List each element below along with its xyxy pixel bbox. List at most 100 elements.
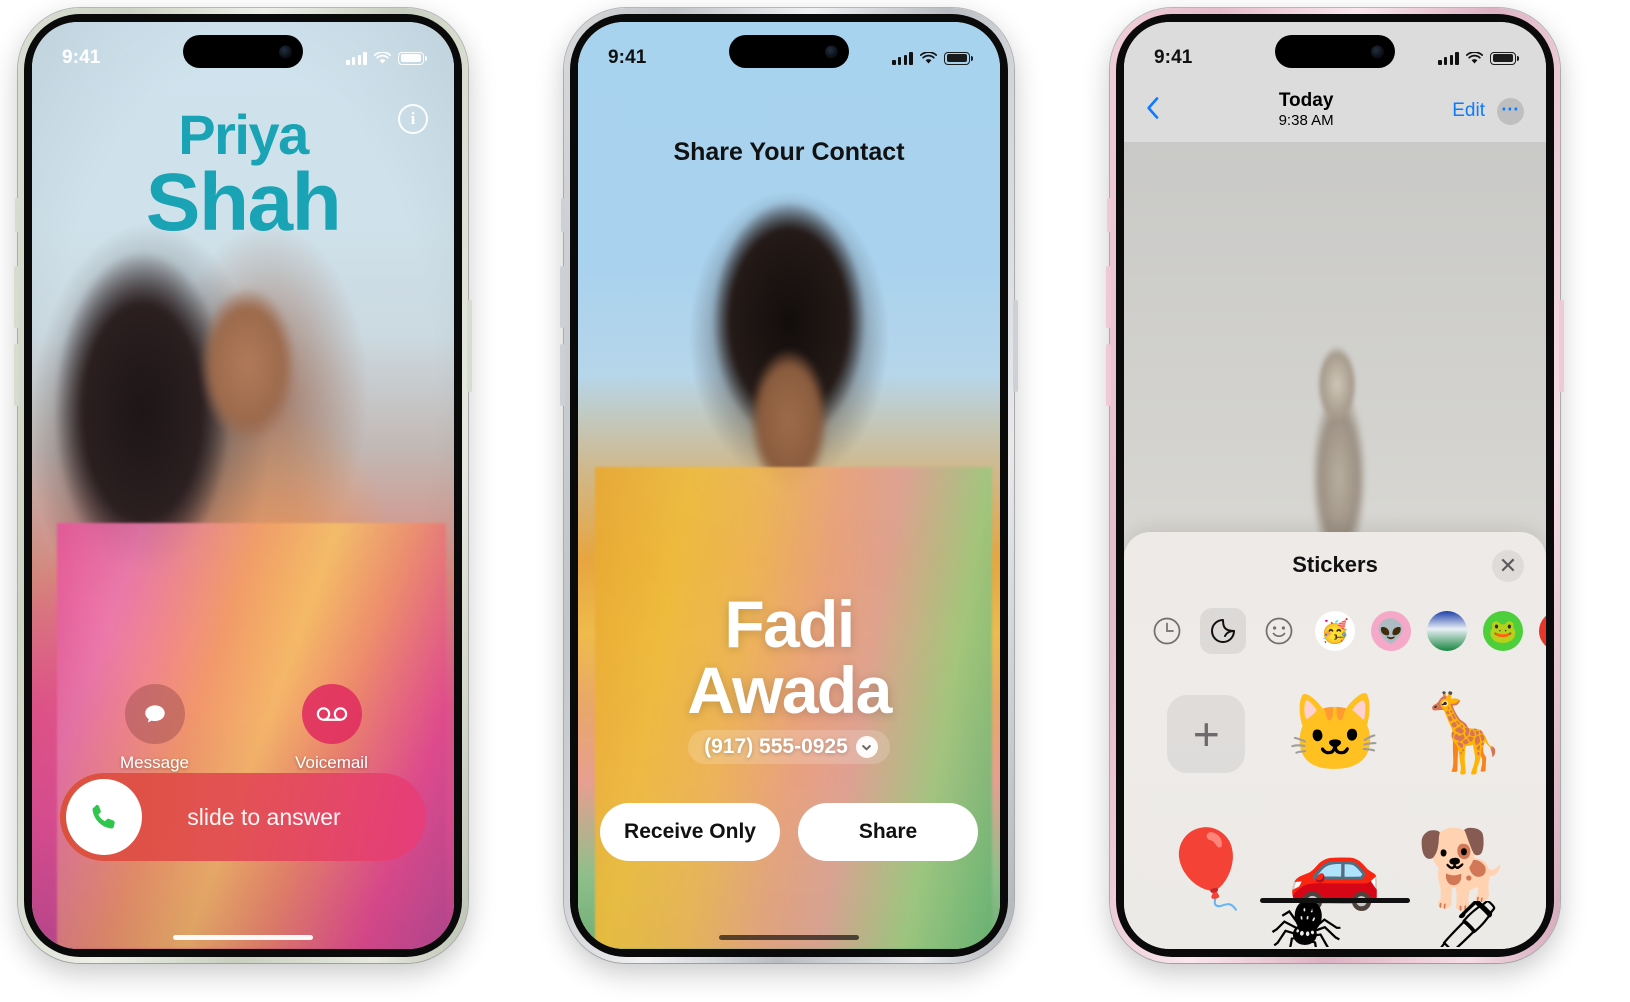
sticker-peek-row[interactable]: . 🕷 🖊 <box>1124 901 1546 947</box>
sticker-peel-icon[interactable] <box>1200 608 1246 654</box>
front-camera-icon <box>279 45 292 58</box>
message-bubble-icon <box>124 684 185 744</box>
power-button[interactable] <box>467 300 472 392</box>
plus-icon[interactable]: + <box>1167 695 1246 773</box>
giraffe-sticker-icon[interactable]: 🦒 <box>1399 668 1528 800</box>
photo-date-title: Today <box>1278 90 1334 112</box>
phone2-screen: 9:41 Share Your Contact Fadi Awada (917)… <box>578 22 1000 949</box>
volume-down-button[interactable] <box>14 344 19 406</box>
stickers-panel-header: Stickers ✕ <box>1124 532 1546 598</box>
battery-icon <box>1490 51 1519 65</box>
close-icon[interactable]: ✕ <box>1492 550 1524 582</box>
red-glyph <box>1539 611 1546 651</box>
contact-phone-number: (917) 555-0925 <box>704 735 848 758</box>
message-action[interactable]: Message <box>99 684 211 773</box>
status-indicators <box>892 50 973 65</box>
contact-phone-row[interactable]: (917) 555-0925 <box>578 730 1000 764</box>
edit-button[interactable]: Edit <box>1452 100 1485 122</box>
wifi-icon <box>919 50 938 65</box>
status-indicators <box>1438 50 1519 65</box>
phone-namedrop: 9:41 Share Your Contact Fadi Awada (917)… <box>560 8 1018 963</box>
wifi-icon <box>373 50 392 65</box>
pen-sticker-icon[interactable]: 🖊 <box>1429 901 1503 947</box>
dynamic-island <box>183 35 303 68</box>
phone1-screen: 9:41 i Priya Shah Message Voicemail slid… <box>32 22 454 949</box>
ellipsis-circle-icon[interactable]: ⋯ <box>1497 97 1524 125</box>
mute-switch[interactable] <box>1107 198 1111 232</box>
volume-down-button[interactable] <box>1106 344 1111 406</box>
volume-up-button[interactable] <box>14 266 19 328</box>
signal-bars-icon <box>1438 51 1459 65</box>
chevron-left-icon[interactable] <box>1146 96 1160 126</box>
page-title: Share Your Contact <box>673 138 905 166</box>
slide-to-answer-label: slide to answer <box>187 803 341 830</box>
sticker-category-row[interactable]: 🥳 👽 🐸 <box>1124 598 1546 662</box>
photo-date-group: Today 9:38 AM <box>1160 90 1452 130</box>
home-indicator[interactable] <box>719 935 859 940</box>
call-action-row: Message Voicemail <box>32 684 454 773</box>
status-time: 9:41 <box>1154 47 1193 68</box>
battery-icon <box>944 51 973 65</box>
mute-switch[interactable] <box>15 198 19 232</box>
namedrop-buttons: Receive Only Share <box>600 803 978 861</box>
contact-phone-pill[interactable]: (917) 555-0925 <box>688 730 890 764</box>
phone-stickers: 9:41 Today 9:38 AM Edit ⋯ Stickers ✕ 🥳 👽… <box>1106 8 1564 963</box>
share-button[interactable]: Share <box>798 803 978 861</box>
slide-to-answer-slider[interactable]: slide to answer <box>60 773 426 861</box>
stickers-panel-title: Stickers <box>1292 552 1378 577</box>
cat-head-shape <box>1311 335 1363 433</box>
screenshot-stage: 9:41 i Priya Shah Message Voicemail slid… <box>0 0 1630 1002</box>
chevron-down-icon[interactable] <box>855 736 878 758</box>
caller-last-name: Shah <box>145 156 342 248</box>
clock-icon[interactable] <box>1144 608 1190 654</box>
owl-glyph: 🐸 <box>1483 611 1523 651</box>
dynamic-island <box>729 35 849 68</box>
message-action-label: Message <box>120 753 189 772</box>
photo-time-subtitle: 9:38 AM <box>1278 111 1334 129</box>
answer-call-knob[interactable] <box>66 779 142 855</box>
landscape-glyph <box>1427 611 1467 651</box>
voicemail-icon <box>301 684 362 744</box>
volume-up-button[interactable] <box>1106 266 1111 328</box>
spider-sticker-icon[interactable]: 🕷 <box>1269 901 1343 947</box>
volume-up-button[interactable] <box>560 266 565 328</box>
phone-incoming-call: 9:41 i Priya Shah Message Voicemail slid… <box>14 8 472 963</box>
dynamic-island <box>1275 35 1395 68</box>
home-indicator[interactable] <box>173 935 313 940</box>
alien-sticker-pack-icon[interactable]: 👽 <box>1368 608 1414 654</box>
wifi-icon <box>1465 50 1484 65</box>
contact-last-name: Awada <box>687 652 892 727</box>
status-time: 9:41 <box>608 47 647 68</box>
voicemail-action[interactable]: Voicemail <box>276 684 388 773</box>
volume-down-button[interactable] <box>560 344 565 406</box>
add-sticker-cell[interactable]: + <box>1142 668 1271 800</box>
power-button[interactable] <box>1013 300 1018 392</box>
cat-sticker-icon[interactable]: 🐱 <box>1271 668 1400 800</box>
landscape-sticker-pack-icon[interactable] <box>1424 608 1470 654</box>
contact-first-name: Fadi <box>724 586 855 661</box>
mute-switch[interactable] <box>561 198 565 232</box>
voicemail-action-label: Voicemail <box>295 753 368 772</box>
front-camera-icon <box>825 45 838 58</box>
power-button[interactable] <box>1559 300 1564 392</box>
alien-glyph: 👽 <box>1371 611 1411 651</box>
memoji-glyph: 🥳 <box>1315 611 1355 651</box>
nav-right-actions: Edit ⋯ <box>1452 97 1524 125</box>
stickers-panel: Stickers ✕ 🥳 👽 🐸 + 🐱 🦒 🎈 🚗 🐕 🕷 🖊 <box>1124 532 1546 949</box>
phone3-screen: 9:41 Today 9:38 AM Edit ⋯ Stickers ✕ 🥳 👽… <box>1124 22 1546 949</box>
contact-name: Fadi Awada <box>578 586 1000 727</box>
status-time: 9:41 <box>62 47 101 68</box>
sticker-grid[interactable]: + 🐱 🦒 🎈 🚗 🐕 <box>1124 662 1546 936</box>
front-camera-icon <box>1371 45 1384 58</box>
smiley-icon[interactable] <box>1256 608 1302 654</box>
owl-sticker-pack-icon[interactable]: 🐸 <box>1480 608 1526 654</box>
home-indicator[interactable] <box>1260 898 1410 903</box>
memoji-sticker-pack-icon[interactable]: 🥳 <box>1312 608 1358 654</box>
battery-icon <box>398 51 427 65</box>
status-indicators <box>346 50 427 65</box>
caller-first-name: Priya <box>178 103 309 166</box>
info-icon[interactable]: i <box>398 104 428 134</box>
signal-bars-icon <box>346 51 367 65</box>
red-sticker-pack-icon[interactable] <box>1536 608 1546 654</box>
receive-only-button[interactable]: Receive Only <box>600 803 780 861</box>
